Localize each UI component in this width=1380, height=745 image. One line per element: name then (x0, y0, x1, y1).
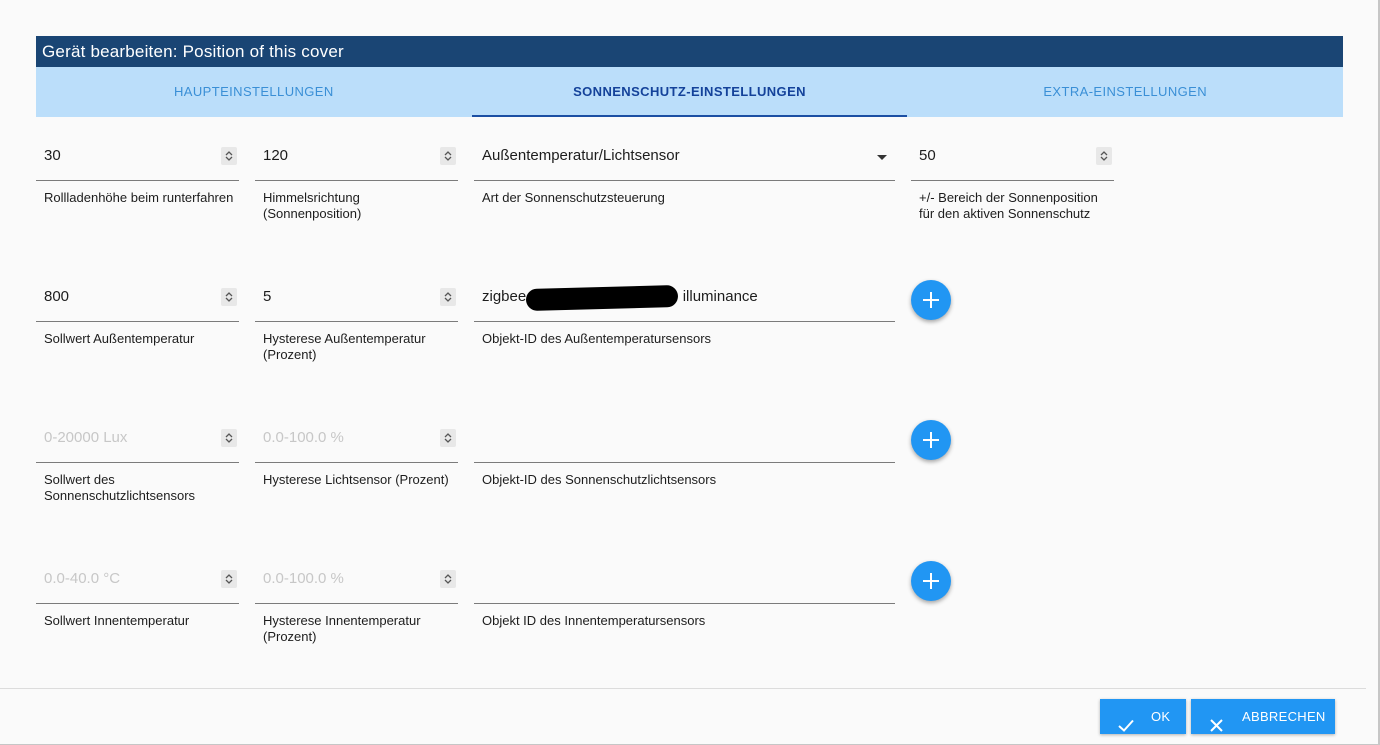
shutter-height-value: 30 (44, 147, 61, 164)
outside-temp-sensor-suffix: illuminance (682, 288, 758, 305)
footer-divider (0, 688, 1366, 689)
inside-temp-hysteresis-input[interactable]: 0.0-100.0 % (255, 560, 458, 604)
ok-button-label: OK (1151, 709, 1171, 724)
sky-direction-value: 120 (263, 147, 289, 164)
inside-temp-setpoint-input[interactable]: 0.0-40.0 °C (36, 560, 239, 604)
shutter-height-field: 30 Rollladenhöhe beim runterfahren (36, 137, 239, 206)
spinner-arrows-icon[interactable] (440, 147, 456, 165)
inside-temp-hysteresis-placeholder: 0.0-100.0 % (263, 570, 344, 587)
spinner-arrows-icon[interactable] (440, 570, 456, 588)
spinner-arrows-icon[interactable] (221, 570, 237, 588)
outside-temp-hysteresis-label: Hysterese Außentemperatur (Prozent) (263, 331, 426, 362)
redaction-mark (525, 285, 679, 311)
tab-bar: HAUPTEINSTELLUNGEN SONNENSCHUTZ-EINSTELL… (36, 67, 1343, 117)
sky-direction-input[interactable]: 120 (255, 137, 458, 181)
check-icon (1118, 710, 1134, 745)
outside-temp-sensor-label: Objekt-ID des Außentemperatursensors (482, 331, 712, 346)
outside-temp-sensor-field: zigbee.0 illuminance Objekt-ID des Außent… (474, 278, 895, 347)
edit-device-dialog: Gerät bearbeiten: Position of this cover… (0, 0, 1380, 745)
dialog-title: Gerät bearbeiten: Position of this cover (36, 36, 1343, 67)
sun-range-input[interactable]: 50 (911, 137, 1114, 181)
sun-range-field: 50 +/- Bereich der Sonnenposition für de… (911, 137, 1114, 222)
spinner-arrows-icon[interactable] (1096, 147, 1112, 165)
inside-temp-sensor-label: Objekt ID des Innentemperatursensors (482, 613, 706, 628)
light-sensor-hysteresis-placeholder: 0.0-100.0 % (263, 429, 344, 446)
inside-temp-hysteresis-field: 0.0-100.0 % Hysterese Innentemperatur (P… (255, 560, 458, 645)
spinner-arrows-icon[interactable] (440, 429, 456, 447)
outside-temp-sensor-input[interactable]: zigbee.0 illuminance (474, 278, 895, 322)
light-sensor-setpoint-label: Sollwert des Sonnenschutzlichtsensors (44, 472, 196, 503)
light-sensor-hysteresis-input[interactable]: 0.0-100.0 % (255, 419, 458, 463)
cancel-button[interactable]: ABBRECHEN (1191, 699, 1335, 734)
inside-temp-setpoint-placeholder: 0.0-40.0 °C (44, 570, 121, 587)
outside-temp-hysteresis-input[interactable]: 5 (255, 278, 458, 322)
inside-temp-setpoint-field: 0.0-40.0 °C Sollwert Innentemperatur (36, 560, 239, 629)
sky-direction-field: 120 Himmelsrichtung (Sonnenposition) (255, 137, 458, 222)
outside-temp-setpoint-input[interactable]: 800 (36, 278, 239, 322)
cancel-button-label: ABBRECHEN (1242, 709, 1326, 724)
light-sensor-id-field: Objekt-ID des Sonnenschutzlichtsensors (474, 419, 895, 488)
light-sensor-id-input[interactable] (474, 419, 895, 463)
outside-temp-hysteresis-value: 5 (263, 288, 272, 305)
close-icon (1210, 710, 1223, 745)
ok-button[interactable]: OK (1100, 699, 1186, 734)
light-sensor-setpoint-placeholder: 0-20000 Lux (44, 429, 128, 446)
outside-temp-setpoint-value: 800 (44, 288, 70, 305)
inside-temp-sensor-input[interactable] (474, 560, 895, 604)
light-sensor-setpoint-field: 0-20000 Lux Sollwert des Sonnenschutzlic… (36, 419, 239, 504)
shutter-height-input[interactable]: 30 (36, 137, 239, 181)
light-sensor-hysteresis-label: Hysterese Lichtsensor (Prozent) (263, 472, 449, 487)
shutter-height-label: Rollladenhöhe beim runterfahren (44, 190, 234, 205)
spinner-arrows-icon[interactable] (440, 288, 456, 306)
outside-temp-setpoint-label: Sollwert Außentemperatur (44, 331, 195, 346)
spinner-arrows-icon[interactable] (221, 288, 237, 306)
sun-range-label: +/- Bereich der Sonnenposition für den a… (919, 190, 1098, 221)
spinner-arrows-icon[interactable] (221, 147, 237, 165)
inside-temp-sensor-field: Objekt ID des Innentemperatursensors (474, 560, 895, 629)
tab-main-settings[interactable]: HAUPTEINSTELLUNGEN (36, 67, 472, 117)
sun-control-type-value: Außentemperatur/Lichtsensor (482, 147, 680, 164)
caret-down-icon[interactable] (877, 155, 887, 160)
sun-range-value: 50 (919, 147, 936, 164)
sun-control-type-label: Art der Sonnenschutzsteuerung (482, 190, 665, 205)
add-light-sensor-button[interactable] (911, 420, 951, 460)
inside-temp-hysteresis-label: Hysterese Innentemperatur (Prozent) (263, 613, 421, 644)
sky-direction-label: Himmelsrichtung (Sonnenposition) (263, 190, 362, 221)
sun-control-type-select[interactable]: Außentemperatur/Lichtsensor (474, 137, 895, 181)
inside-temp-setpoint-label: Sollwert Innentemperatur (44, 613, 190, 628)
light-sensor-id-label: Objekt-ID des Sonnenschutzlichtsensors (482, 472, 717, 487)
add-inside-temp-sensor-button[interactable] (911, 561, 951, 601)
outside-temp-setpoint-field: 800 Sollwert Außentemperatur (36, 278, 239, 347)
spinner-arrows-icon[interactable] (221, 429, 237, 447)
tab-extra-settings[interactable]: EXTRA-EINSTELLUNGEN (907, 67, 1343, 117)
light-sensor-hysteresis-field: 0.0-100.0 % Hysterese Lichtsensor (Proze… (255, 419, 458, 488)
outside-temp-hysteresis-field: 5 Hysterese Außentemperatur (Prozent) (255, 278, 458, 363)
light-sensor-setpoint-input[interactable]: 0-20000 Lux (36, 419, 239, 463)
sun-control-type-field: Außentemperatur/Lichtsensor Art der Sonn… (474, 137, 895, 206)
add-outside-temp-sensor-button[interactable] (911, 280, 951, 320)
tab-sun-protection-settings[interactable]: SONNENSCHUTZ-EINSTELLUNGEN (471, 67, 908, 117)
